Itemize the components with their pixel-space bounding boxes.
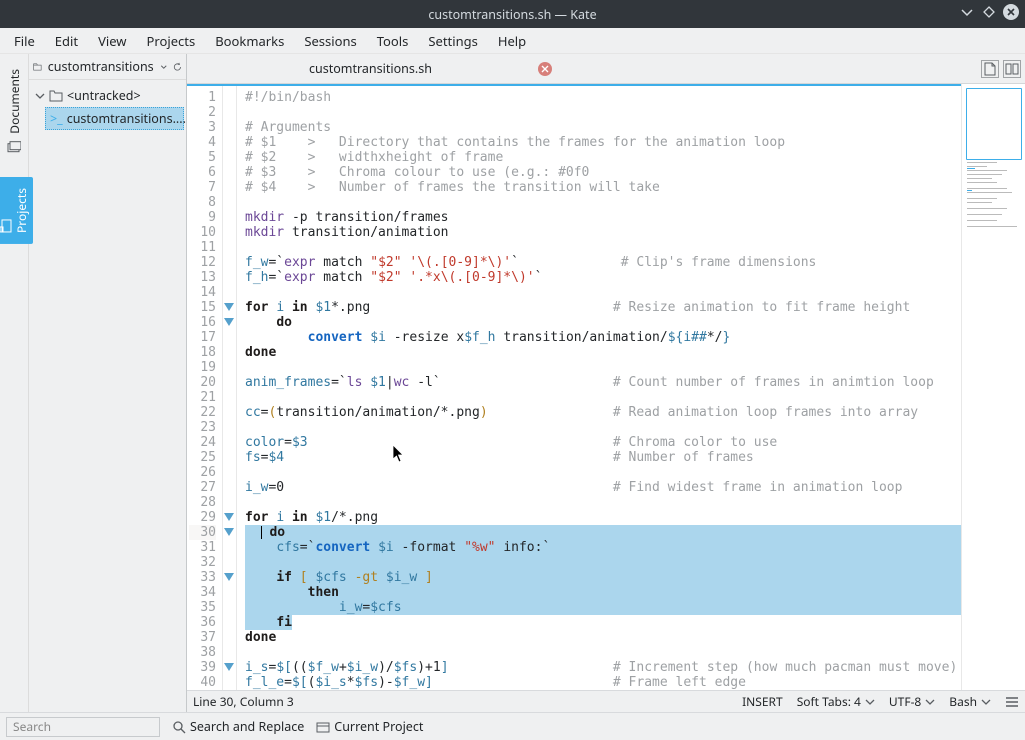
- chevron-down-icon: [925, 697, 935, 707]
- folder-icon: [49, 90, 63, 102]
- chevron-down-icon: [865, 697, 875, 707]
- tree-file[interactable]: >_ customtransitions....: [45, 107, 184, 130]
- siderail-projects[interactable]: Projects: [0, 177, 33, 244]
- chevron-down-icon[interactable]: [160, 61, 168, 73]
- menu-tools[interactable]: Tools: [367, 29, 419, 53]
- siderail-documents-label: Documents: [6, 69, 23, 134]
- code-editor[interactable]: 1234567891011121314151617181920212223242…: [187, 84, 961, 690]
- code-content[interactable]: #!/bin/bash# Arguments# $1 > Directory t…: [237, 86, 961, 690]
- menu-settings[interactable]: Settings: [418, 29, 487, 53]
- minimize-icon[interactable]: [959, 4, 975, 20]
- bottom-toolbar: Search Search and Replace Current Projec…: [0, 712, 1025, 740]
- terminal-icon: >_: [50, 110, 63, 127]
- tree-file-label: customtransitions....: [67, 110, 186, 127]
- line-gutter: 1234567891011121314151617181920212223242…: [187, 86, 223, 690]
- status-insert-mode[interactable]: INSERT: [742, 693, 783, 710]
- menu-projects[interactable]: Projects: [137, 29, 206, 53]
- current-project-button[interactable]: Current Project: [316, 718, 423, 735]
- status-language[interactable]: Bash: [949, 693, 991, 710]
- minimap-preview: [966, 160, 1022, 340]
- editor-statusbar: Line 30, Column 3 INSERT Soft Tabs: 4 UT…: [187, 690, 1025, 712]
- project-panel: customtransitions <untracked> >_ customt…: [29, 54, 187, 712]
- left-rail: Documents Projects: [0, 54, 29, 712]
- chevron-down-icon: [35, 91, 45, 101]
- fold-column[interactable]: [223, 86, 237, 690]
- search-replace-label: Search and Replace: [190, 718, 304, 735]
- status-encoding[interactable]: UTF-8: [889, 693, 935, 710]
- tree-root-label: <untracked>: [67, 87, 141, 104]
- search-icon: [172, 720, 186, 734]
- minimap-viewport[interactable]: [966, 88, 1022, 160]
- editor-tab-label: customtransitions.sh: [309, 60, 432, 77]
- status-menu-icon[interactable]: [1005, 696, 1019, 708]
- project-title: customtransitions: [48, 58, 154, 75]
- menu-file[interactable]: File: [4, 29, 45, 53]
- project-icon: [33, 60, 42, 74]
- siderail-documents[interactable]: Documents: [3, 58, 26, 165]
- window-title: customtransitions.sh — Kate: [428, 6, 596, 23]
- current-project-label: Current Project: [334, 718, 423, 735]
- split-view-icon[interactable]: [1003, 60, 1021, 78]
- menu-bookmarks[interactable]: Bookmarks: [205, 29, 294, 53]
- project-icon: [316, 721, 330, 733]
- titlebar: customtransitions.sh — Kate: [0, 0, 1025, 28]
- tree-root[interactable]: <untracked>: [31, 84, 184, 107]
- close-icon[interactable]: [1003, 4, 1019, 20]
- search-replace-button[interactable]: Search and Replace: [172, 718, 304, 735]
- new-doc-icon[interactable]: [981, 60, 999, 78]
- status-position[interactable]: Line 30, Column 3: [193, 693, 294, 710]
- menu-help[interactable]: Help: [488, 29, 536, 53]
- editor-tabbar: customtransitions.sh: [187, 54, 1025, 84]
- chevron-down-icon: [981, 697, 991, 707]
- maximize-icon[interactable]: [981, 4, 997, 20]
- status-tab-mode[interactable]: Soft Tabs: 4: [797, 693, 875, 710]
- menu-edit[interactable]: Edit: [45, 29, 88, 53]
- tab-close-icon[interactable]: [538, 62, 552, 76]
- siderail-projects-label: Projects: [13, 188, 30, 233]
- refresh-icon[interactable]: [173, 60, 182, 74]
- search-input[interactable]: Search: [6, 717, 160, 737]
- menubar: File Edit View Projects Bookmarks Sessio…: [0, 28, 1025, 54]
- menu-view[interactable]: View: [88, 29, 136, 53]
- editor-tab[interactable]: customtransitions.sh: [297, 55, 564, 82]
- minimap[interactable]: [961, 84, 1025, 690]
- menu-sessions[interactable]: Sessions: [294, 29, 366, 53]
